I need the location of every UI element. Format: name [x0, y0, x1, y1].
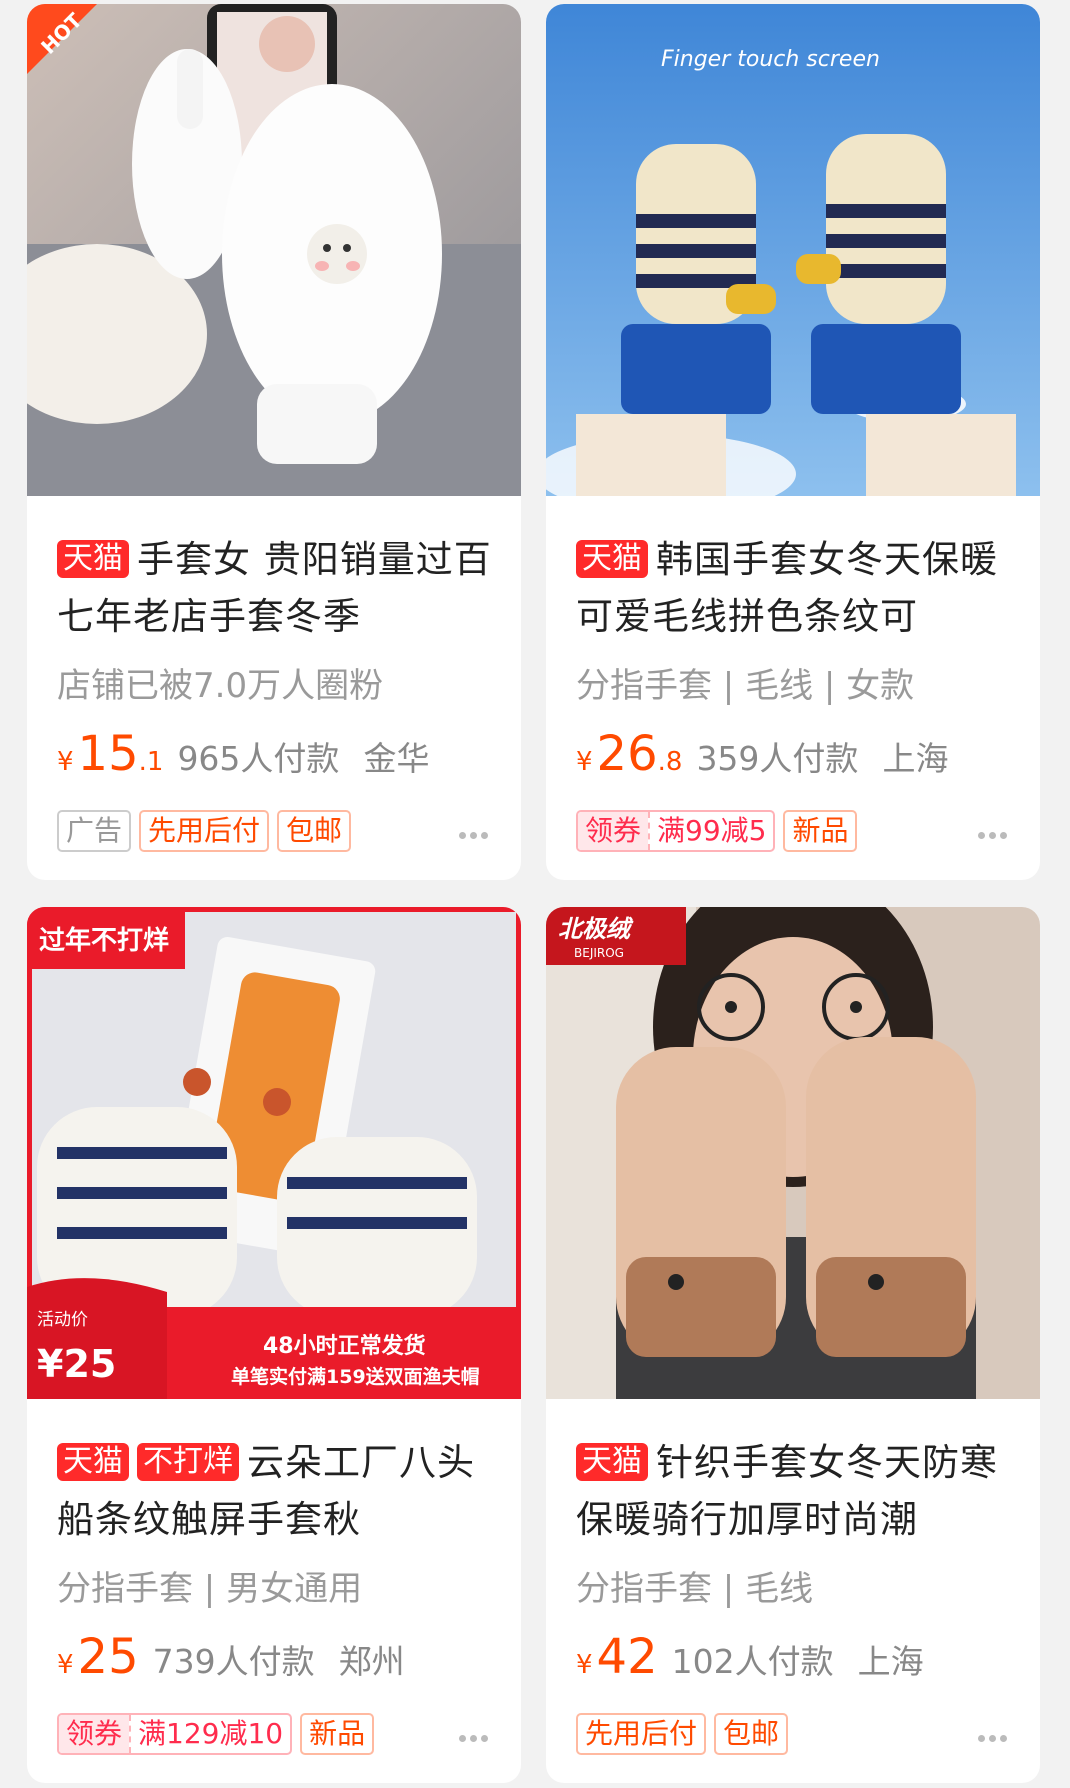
location: 郑州 — [338, 1642, 405, 1681]
price-decimal: .1 — [138, 747, 164, 777]
product-attributes: 店铺已被7.0万人圈粉 — [57, 666, 384, 706]
open-during-new-year-tag: 不打烊 — [137, 1443, 239, 1481]
price-row: ¥ 26 .8 359人付款 上海 — [576, 726, 1016, 786]
price-row: ¥ 25 739人付款 郑州 — [57, 1629, 497, 1689]
brand-logo: 北极绒 — [558, 915, 634, 943]
currency-symbol: ¥ — [576, 1650, 593, 1680]
sales-count: 102人付款 — [671, 1642, 834, 1681]
product-card[interactable]: 北极绒 BEJIROG 天猫 针织手套女冬天防寒保暖骑行加厚时尚潮 分指手套 | … — [546, 907, 1040, 1783]
new-badge: 新品 — [300, 1713, 375, 1755]
coupon-badge[interactable]: 领券 满129减10 — [57, 1713, 293, 1755]
free-shipping-badge: 包邮 — [277, 810, 352, 852]
price-main: 26 — [596, 726, 658, 782]
price-decimal: .8 — [657, 747, 683, 777]
coupon-badge[interactable]: 领券 满99减5 — [576, 810, 776, 852]
tmall-tag: 天猫 — [57, 1443, 129, 1481]
coupon-value: 满129减10 — [129, 1715, 290, 1753]
price-row: ¥ 42 102人付款 上海 — [576, 1629, 1016, 1689]
product-title[interactable]: 天猫 针织手套女冬天防寒保暖骑行加厚时尚潮 — [576, 1434, 1016, 1548]
product-title[interactable]: 天猫 不打烊 云朵工厂八头船条纹触屏手套秋 — [57, 1434, 497, 1548]
more-icon[interactable] — [978, 824, 1018, 839]
more-icon[interactable] — [459, 824, 499, 839]
currency-symbol: ¥ — [57, 747, 74, 777]
coupon-value: 满99减5 — [648, 812, 773, 850]
product-card[interactable]: 过年不打烊 活动价 ¥25 48小时正常发货 单笔实付满159送双面渔夫帽 天猫… — [27, 907, 521, 1783]
price-main: 42 — [596, 1629, 658, 1685]
ad-badge: 广告 — [57, 810, 132, 852]
activity-price: ¥25 — [37, 1342, 116, 1386]
new-badge: 新品 — [783, 810, 858, 852]
currency-symbol: ¥ — [57, 1650, 74, 1680]
tmall-tag: 天猫 — [576, 1443, 648, 1481]
product-title[interactable]: 天猫 韩国手套女冬天保暖可爱毛线拼色条纹可 — [576, 531, 1016, 645]
coupon-label: 领券 — [59, 1715, 130, 1753]
currency-symbol: ¥ — [576, 747, 593, 777]
activity-label: 活动价 — [37, 1310, 88, 1330]
tmall-tag: 天猫 — [576, 540, 648, 578]
coupon-label: 领券 — [578, 812, 649, 850]
product-attributes: 分指手套 | 男女通用 — [57, 1569, 363, 1609]
product-image[interactable]: 过年不打烊 活动价 ¥25 48小时正常发货 单笔实付满159送双面渔夫帽 — [27, 907, 521, 1399]
pay-later-badge: 先用后付 — [576, 1713, 707, 1755]
badge-row: 领券 满129减10 新品 — [57, 1713, 375, 1757]
badge-row: 先用后付 包邮 — [576, 1713, 789, 1757]
product-card[interactable]: Finger touch screen 天猫 韩国手套女冬天保暖可爱毛线拼色条纹… — [546, 4, 1040, 880]
product-title[interactable]: 天猫 手套女 贵阳销量过百 七年老店手套冬季 — [57, 531, 497, 645]
location: 上海 — [857, 1642, 924, 1681]
location: 金华 — [363, 739, 430, 778]
product-attributes: 分指手套 | 毛线 | 女款 — [576, 666, 915, 706]
sales-count: 965人付款 — [177, 739, 340, 778]
badge-row: 领券 满99减5 新品 — [576, 810, 858, 854]
price-row: ¥ 15 .1 965人付款 金华 — [57, 726, 497, 786]
image-caption: Finger touch screen — [661, 47, 880, 72]
location: 上海 — [882, 739, 949, 778]
product-image[interactable]: 北极绒 BEJIROG — [546, 907, 1040, 1399]
pay-later-badge: 先用后付 — [139, 810, 270, 852]
price-main: 15 — [77, 726, 139, 782]
product-card[interactable]: HOT 天猫 手套女 贵阳销量过百 七年老店手套冬季 店铺已被7.0万人圈粉 ¥ … — [27, 4, 521, 880]
product-image[interactable]: Finger touch screen — [546, 4, 1040, 496]
promo-line-1: 48小时正常发货 — [263, 1333, 426, 1359]
badge-row: 广告 先用后付 包邮 — [57, 810, 352, 854]
product-grid: HOT 天猫 手套女 贵阳销量过百 七年老店手套冬季 店铺已被7.0万人圈粉 ¥ … — [0, 0, 1070, 1788]
promo-corner: 过年不打烊 — [39, 925, 169, 956]
tmall-tag: 天猫 — [57, 540, 129, 578]
brand-logo-sub: BEJIROG — [574, 946, 624, 960]
product-image[interactable]: HOT — [27, 4, 521, 496]
free-shipping-badge: 包邮 — [714, 1713, 789, 1755]
product-attributes: 分指手套 | 毛线 — [576, 1569, 814, 1609]
promo-line-2: 单笔实付满159送双面渔夫帽 — [231, 1365, 480, 1388]
more-icon[interactable] — [459, 1727, 499, 1742]
sales-count: 739人付款 — [152, 1642, 315, 1681]
price-main: 25 — [77, 1629, 139, 1685]
sales-count: 359人付款 — [696, 739, 859, 778]
more-icon[interactable] — [978, 1727, 1018, 1742]
